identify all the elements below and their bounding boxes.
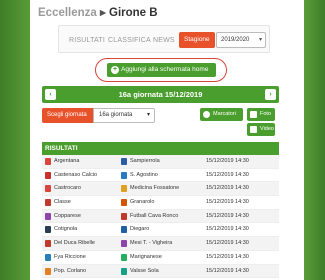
home-team-name: Castrocaro: [54, 185, 81, 192]
next-round-icon[interactable]: ›: [265, 89, 276, 100]
away-team-logo-icon: [121, 267, 127, 275]
season-value: 2019/2020: [221, 37, 250, 43]
plus-icon: +: [111, 66, 119, 74]
table-row[interactable]: Castrocaro Medicina Fossatone 15/12/2019 1…: [42, 182, 279, 197]
section-nav: RISULTATI CLASSIFICA NEWS Stagione 2019/…: [58, 25, 270, 53]
away-team-name: Sampierrola: [130, 158, 160, 164]
photos-button[interactable]: Foto: [247, 108, 275, 121]
home-team-logo-icon: [45, 253, 51, 261]
home-team-name: Copparese: [54, 212, 81, 219]
scorers-label: Marcatori: [213, 111, 236, 117]
results-title: RISULTATI: [42, 142, 279, 155]
away-team-name: Granarolo: [130, 199, 155, 206]
match-datetime: 15/12/2019 14:30: [206, 212, 249, 219]
home-team-logo-icon: [45, 171, 51, 179]
clock-icon: [203, 111, 210, 118]
photos-label: Foto: [260, 111, 272, 117]
scorers-button[interactable]: Marcatori: [200, 108, 243, 121]
camera-icon: [250, 111, 257, 118]
videos-label: Video: [260, 126, 274, 132]
home-team-name: Castenaso Calcio: [54, 171, 98, 178]
results-rows: Argentana Sampierrola 15/12/2019 14:30 Cast…: [42, 155, 279, 279]
round-select[interactable]: 16a giornata ▾: [93, 108, 155, 123]
video-icon: [250, 126, 257, 133]
tab-classifica[interactable]: CLASSIFICA: [108, 37, 151, 44]
prev-round-icon[interactable]: ‹: [45, 89, 56, 100]
add-to-home-label: Aggiungi alla schermata home: [121, 66, 209, 73]
page-background-right: [304, 0, 325, 280]
away-team-logo-icon: [121, 212, 127, 220]
results-table: RISULTATI Argentana Sampierrola 15/12/2019…: [42, 142, 279, 279]
tab-risultati[interactable]: RISULTATI: [69, 37, 105, 44]
add-to-home-button[interactable]: + Aggiungi alla schermata home: [107, 63, 216, 77]
away-team-name: Mesi T. - Vigheira: [130, 240, 173, 247]
away-team-logo-icon: [121, 185, 127, 193]
away-team-name: Marignanese: [130, 253, 162, 260]
match-datetime: 15/12/2019 14:30: [206, 185, 249, 192]
away-team-logo-icon: [121, 226, 127, 234]
group-title: Girone B: [109, 7, 158, 19]
away-team-logo-icon: [121, 158, 127, 165]
chevron-down-icon: ▾: [258, 37, 262, 43]
table-row[interactable]: Argentana Sampierrola 15/12/2019 14:30: [42, 155, 279, 169]
match-datetime: 15/12/2019 14:30: [206, 171, 249, 178]
away-team-name: S. Agostino: [130, 171, 158, 178]
home-team-logo-icon: [45, 199, 51, 207]
away-team-name: Medicina Fossatone: [130, 185, 180, 192]
home-team-logo-icon: [45, 267, 51, 275]
home-team-logo-icon: [45, 158, 51, 165]
table-row[interactable]: Classe Granarolo 15/12/2019 14:30: [42, 196, 279, 210]
chevron-down-icon: ▾: [146, 112, 150, 118]
away-team-logo-icon: [121, 171, 127, 179]
home-team-logo-icon: [45, 240, 51, 248]
season-button[interactable]: Stagione: [179, 32, 215, 48]
table-row[interactable]: Fya Riccione Marignanese 15/12/2019 14:30: [42, 251, 279, 265]
match-datetime: 15/12/2019 14:30: [206, 253, 249, 260]
home-team-logo-icon: [45, 226, 51, 234]
match-datetime: 15/12/2019 14:30: [206, 240, 249, 247]
home-team-name: Fya Riccione: [54, 253, 86, 260]
table-row[interactable]: Copparese Futball Cava Ronco 15/12/2019 14…: [42, 209, 279, 224]
away-team-logo-icon: [121, 253, 127, 261]
videos-button[interactable]: Video: [247, 123, 275, 136]
match-datetime: 15/12/2019 14:30: [206, 199, 249, 206]
tab-news[interactable]: NEWS: [153, 37, 175, 44]
match-datetime: 15/12/2019 14:30: [206, 226, 249, 233]
away-team-name: Valsse Sola: [130, 267, 159, 274]
home-team-logo-icon: [45, 212, 51, 220]
match-datetime: 15/12/2019 14:30: [206, 158, 249, 164]
match-datetime: 15/12/2019 14:30: [206, 267, 249, 274]
home-team-name: Del Duca Ribelle: [54, 240, 95, 247]
home-team-name: Pop. Corlano: [54, 267, 87, 274]
table-row[interactable]: Del Duca Ribelle Mesi T. - Vigheira 15/12/…: [42, 237, 279, 251]
season-select[interactable]: 2019/2020 ▾: [216, 32, 266, 48]
home-team-name: Argentana: [54, 158, 80, 164]
table-row[interactable]: Cotignola Diegaro 15/12/2019 14:30: [42, 223, 279, 238]
home-team-name: Cotignola: [54, 226, 78, 233]
away-team-name: Futball Cava Ronco: [130, 212, 179, 219]
page-background-left: [0, 0, 30, 280]
championship-title: Eccellenza: [38, 7, 97, 19]
round-picker-label: Scegli giornata: [42, 108, 93, 123]
round-title: 16a giornata 15/12/2019: [118, 90, 203, 99]
away-team-logo-icon: [121, 240, 127, 248]
table-row[interactable]: Pop. Corlano Valsse Sola 15/12/2019 14:30: [42, 264, 279, 279]
breadcrumb-separator-icon: ▸: [100, 7, 106, 19]
round-select-value: 16a giornata: [99, 112, 133, 118]
away-team-logo-icon: [121, 199, 127, 207]
table-row[interactable]: Castenaso Calcio S. Agostino 15/12/2019 14…: [42, 169, 279, 183]
home-team-logo-icon: [45, 185, 51, 193]
home-team-name: Classe: [54, 199, 71, 206]
away-team-name: Diegaro: [130, 226, 150, 233]
round-header: ‹ 16a giornata 15/12/2019 ›: [42, 86, 279, 103]
page-title: Eccellenza ▸ Girone B: [38, 5, 158, 19]
